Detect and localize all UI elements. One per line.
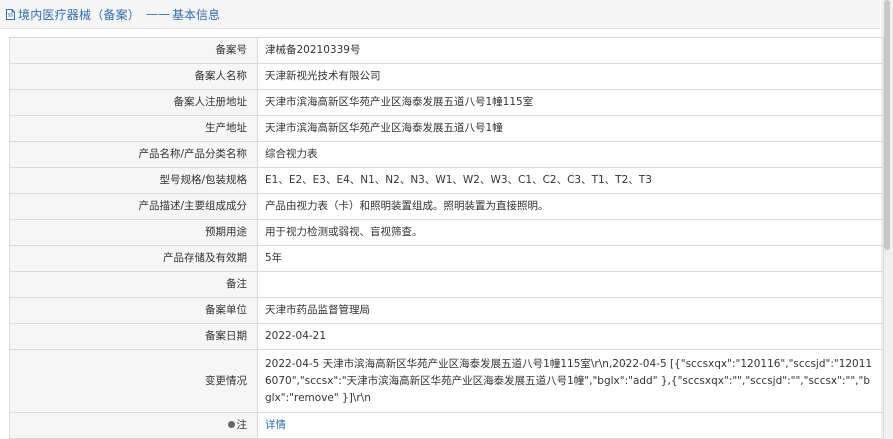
row-label: 变更情况 xyxy=(9,349,258,413)
table-row-note: 注 详情 xyxy=(9,412,884,439)
table-row: 备案单位 天津市药品监督管理局 xyxy=(9,297,884,324)
row-label: 产品描述/主要组成成分 xyxy=(9,193,258,220)
row-label: 预期用途 xyxy=(9,219,258,246)
row-value: 综合视力表 xyxy=(257,141,884,168)
location-pin-icon xyxy=(227,420,235,428)
note-label: 注 xyxy=(236,419,248,431)
table-row: 产品描述/主要组成成分 产品由视力表（卡）和照明装置组成。照明装置为直接照明。 xyxy=(9,193,884,220)
table-row: 备案人注册地址 天津市滨海高新区华苑产业区海泰发展五道八号1幢115室 xyxy=(9,89,884,116)
row-value: 天津市滨海高新区华苑产业区海泰发展五道八号1幢 xyxy=(257,115,884,142)
info-table: 备案号 津械备20210339号 备案人名称 天津新视光技术有限公司 备案人注册… xyxy=(9,37,884,439)
row-label: 备案号 xyxy=(9,37,258,64)
row-label: 备注 xyxy=(9,271,258,298)
page-header: 境内医疗器械（备案） —— 基本信息 xyxy=(0,0,880,29)
page-title: 境内医疗器械（备案） xyxy=(18,7,141,22)
row-label: 型号规格/包装规格 xyxy=(9,167,258,194)
note-value-cell: 详情 xyxy=(257,412,884,439)
row-value xyxy=(257,271,884,298)
table-row: 产品名称/产品分类名称 综合视力表 xyxy=(9,141,884,168)
row-label: 生产地址 xyxy=(9,115,258,142)
row-value: 天津市滨海高新区华苑产业区海泰发展五道八号1幢115室 xyxy=(257,89,884,116)
row-value: 2022-04-5 天津市滨海高新区华苑产业区海泰发展五道八号1幢115室\r\… xyxy=(257,349,884,413)
details-link[interactable]: 详情 xyxy=(265,419,286,431)
scrollbar-thumb[interactable] xyxy=(884,0,890,250)
row-value: 2022-04-21 xyxy=(257,323,884,350)
table-row: 生产地址 天津市滨海高新区华苑产业区海泰发展五道八号1幢 xyxy=(9,115,884,142)
table-row: 备案人名称 天津新视光技术有限公司 xyxy=(9,63,884,90)
row-label: 备案人名称 xyxy=(9,63,258,90)
table-row: 备案日期 2022-04-21 xyxy=(9,323,884,350)
page-subtitle: 基本信息 xyxy=(172,7,221,22)
note-label-cell: 注 xyxy=(9,412,258,439)
row-value: 天津市药品监督管理局 xyxy=(257,297,884,324)
row-label: 产品名称/产品分类名称 xyxy=(9,141,258,168)
row-label: 备案单位 xyxy=(9,297,258,324)
row-value: E1、E2、E3、E4、N1、N2、N3、W1、W2、W3、C1、C2、C3、T… xyxy=(257,167,884,194)
title-separator: —— xyxy=(146,7,171,21)
row-label: 备案日期 xyxy=(9,323,258,350)
row-value: 用于视力检测或弱视、盲视筛查。 xyxy=(257,219,884,246)
document-icon xyxy=(6,8,15,20)
table-row: 产品存储及有效期 5年 xyxy=(9,245,884,272)
row-value: 津械备20210339号 xyxy=(257,37,884,64)
table-row: 预期用途 用于视力检测或弱视、盲视筛查。 xyxy=(9,219,884,246)
row-label: 产品存储及有效期 xyxy=(9,245,258,272)
table-row: 备注 xyxy=(9,271,884,298)
row-value: 5年 xyxy=(257,245,884,272)
row-value: 天津新视光技术有限公司 xyxy=(257,63,884,90)
row-label: 备案人注册地址 xyxy=(9,89,258,116)
table-row: 型号规格/包装规格 E1、E2、E3、E4、N1、N2、N3、W1、W2、W3、… xyxy=(9,167,884,194)
table-row: 变更情况 2022-04-5 天津市滨海高新区华苑产业区海泰发展五道八号1幢11… xyxy=(9,349,884,413)
table-row: 备案号 津械备20210339号 xyxy=(9,37,884,64)
row-value: 产品由视力表（卡）和照明装置组成。照明装置为直接照明。 xyxy=(257,193,884,220)
